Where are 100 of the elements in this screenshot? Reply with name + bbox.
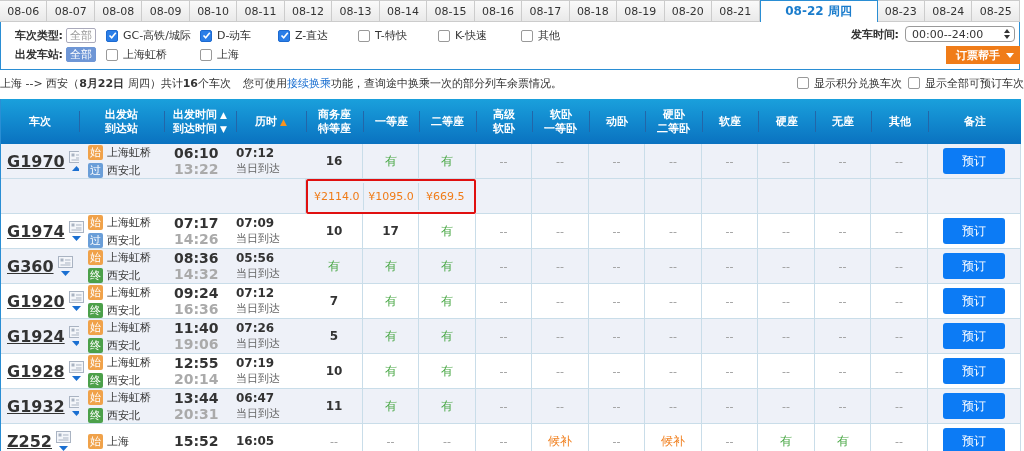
train-number-link[interactable]: G1974 bbox=[7, 221, 65, 241]
station-name: 西安北 bbox=[107, 162, 140, 178]
book-button[interactable]: 预订 bbox=[943, 288, 1005, 314]
expand-icon[interactable] bbox=[71, 236, 81, 241]
checkbox[interactable] bbox=[200, 48, 212, 61]
checkbox[interactable] bbox=[521, 29, 533, 42]
seat-availability: -- bbox=[499, 294, 508, 308]
date-tab[interactable]: 08-17 bbox=[522, 0, 570, 22]
checkbox[interactable] bbox=[106, 48, 118, 61]
seat-availability: 有 bbox=[441, 362, 453, 380]
date-tab[interactable]: 08-14 bbox=[379, 0, 428, 22]
book-button[interactable]: 预订 bbox=[943, 218, 1005, 244]
sort-arrow[interactable]: ▲ bbox=[220, 107, 227, 122]
station-name: 上海虹桥 bbox=[107, 284, 151, 300]
seat-availability: -- bbox=[782, 399, 790, 413]
train-number-link[interactable]: Z252 bbox=[7, 431, 52, 451]
departure-time: 09:24 bbox=[174, 285, 219, 301]
checkbox[interactable] bbox=[908, 77, 920, 89]
expand-icon[interactable] bbox=[71, 306, 81, 311]
date-tab[interactable]: 08-16 bbox=[474, 0, 523, 22]
station-name: 西安北 bbox=[107, 267, 140, 283]
train-number-link[interactable]: G1920 bbox=[7, 291, 65, 311]
station-name: 西安北 bbox=[107, 372, 140, 388]
seat-availability: -- bbox=[499, 364, 508, 378]
seat-availability: -- bbox=[556, 154, 564, 168]
checkbox[interactable] bbox=[797, 77, 809, 89]
column-header: 其他 bbox=[888, 114, 911, 129]
column-header: 软卧 bbox=[493, 121, 515, 136]
column-header: 二等座 bbox=[431, 114, 464, 129]
book-button[interactable]: 预订 bbox=[943, 358, 1005, 384]
date-tab[interactable]: 08-25 bbox=[972, 0, 1020, 22]
expand-icon[interactable] bbox=[71, 411, 81, 416]
column-header: 软座 bbox=[719, 114, 741, 129]
book-button[interactable]: 预订 bbox=[943, 253, 1005, 279]
seat-availability: -- bbox=[612, 224, 621, 238]
train-number-link[interactable]: G1924 bbox=[7, 326, 65, 346]
date-tab[interactable]: 08-12 bbox=[284, 0, 333, 22]
date-tab[interactable]: 08-13 bbox=[332, 0, 380, 22]
checkbox[interactable] bbox=[278, 29, 290, 42]
train-number-link[interactable]: G360 bbox=[7, 256, 54, 276]
seat-availability: -- bbox=[499, 259, 508, 273]
date-tab[interactable]: 08-07 bbox=[47, 0, 95, 22]
date-tab[interactable]: 08-06 bbox=[0, 0, 48, 22]
column-header: 出发站 bbox=[105, 107, 138, 122]
expand-icon[interactable] bbox=[71, 341, 81, 346]
expand-icon[interactable] bbox=[59, 446, 68, 451]
train-number-link[interactable]: G1932 bbox=[7, 396, 65, 416]
collapse-icon[interactable] bbox=[71, 166, 81, 171]
date-tab[interactable]: 08-18 bbox=[569, 0, 618, 22]
station-badge: 过 bbox=[88, 162, 103, 178]
transfer-link[interactable]: 接续换乘 bbox=[287, 76, 331, 90]
departure-time: 12:55 bbox=[174, 355, 219, 371]
date-tab[interactable]: 08-09 bbox=[142, 0, 190, 22]
train-number-link[interactable]: G1970 bbox=[7, 151, 65, 171]
checkbox[interactable] bbox=[200, 29, 212, 42]
date-tab[interactable]: 08-24 bbox=[924, 0, 973, 22]
sort-arrow[interactable]: ▼ bbox=[220, 121, 227, 136]
seat-availability: -- bbox=[838, 154, 847, 168]
date-tab[interactable]: 08-11 bbox=[237, 0, 285, 22]
column-header: 历时 bbox=[255, 114, 278, 129]
date-tab[interactable]: 08-15 bbox=[427, 0, 475, 22]
book-button[interactable]: 预订 bbox=[943, 148, 1005, 174]
seat-availability: -- bbox=[725, 364, 734, 378]
date-tab[interactable]: 08-21 bbox=[712, 0, 760, 22]
date-tab[interactable]: 08-08 bbox=[94, 0, 143, 22]
seat-availability: -- bbox=[895, 154, 903, 168]
date-tab[interactable]: 08-19 bbox=[617, 0, 665, 22]
seat-availability: 候补 bbox=[661, 432, 685, 450]
seat-availability: 有 bbox=[780, 432, 792, 450]
checkbox[interactable] bbox=[106, 29, 118, 42]
arrival-day: 当日到达 bbox=[236, 161, 280, 176]
station-badge: 终 bbox=[88, 337, 103, 353]
seat-availability: -- bbox=[669, 224, 677, 238]
seat-availability: -- bbox=[612, 329, 621, 343]
seat-availability: -- bbox=[725, 294, 734, 308]
date-tab[interactable]: 08-23 bbox=[877, 0, 925, 22]
date-tab[interactable]: 08-10 bbox=[189, 0, 238, 22]
seat-price: ¥2114.0 bbox=[312, 189, 361, 205]
seat-availability: -- bbox=[443, 434, 451, 448]
seat-availability: 17 bbox=[382, 224, 399, 238]
seat-availability: -- bbox=[669, 329, 677, 343]
checkbox[interactable] bbox=[358, 29, 370, 42]
filter-label: 发车时间: bbox=[850, 26, 899, 42]
seat-availability: -- bbox=[838, 399, 847, 413]
expand-icon[interactable] bbox=[60, 271, 70, 276]
date-tab[interactable]: 08-20 bbox=[664, 0, 713, 22]
expand-icon[interactable] bbox=[71, 376, 81, 381]
stepper-icon bbox=[1004, 29, 1010, 39]
time-select[interactable]: 00:00--24:00 bbox=[905, 26, 1015, 42]
seat-availability: -- bbox=[669, 399, 677, 413]
book-button[interactable]: 预订 bbox=[943, 428, 1005, 451]
date-tab[interactable]: 08-22 周四 bbox=[759, 0, 878, 22]
checkbox-label: K-快速 bbox=[455, 28, 488, 43]
book-button[interactable]: 预订 bbox=[943, 393, 1005, 419]
seat-availability: -- bbox=[838, 294, 847, 308]
train-number-link[interactable]: G1928 bbox=[7, 361, 65, 381]
checkbox[interactable] bbox=[438, 29, 450, 42]
book-button[interactable]: 预订 bbox=[943, 323, 1005, 349]
seat-availability: 有 bbox=[441, 257, 453, 275]
seat-availability: -- bbox=[330, 434, 338, 448]
